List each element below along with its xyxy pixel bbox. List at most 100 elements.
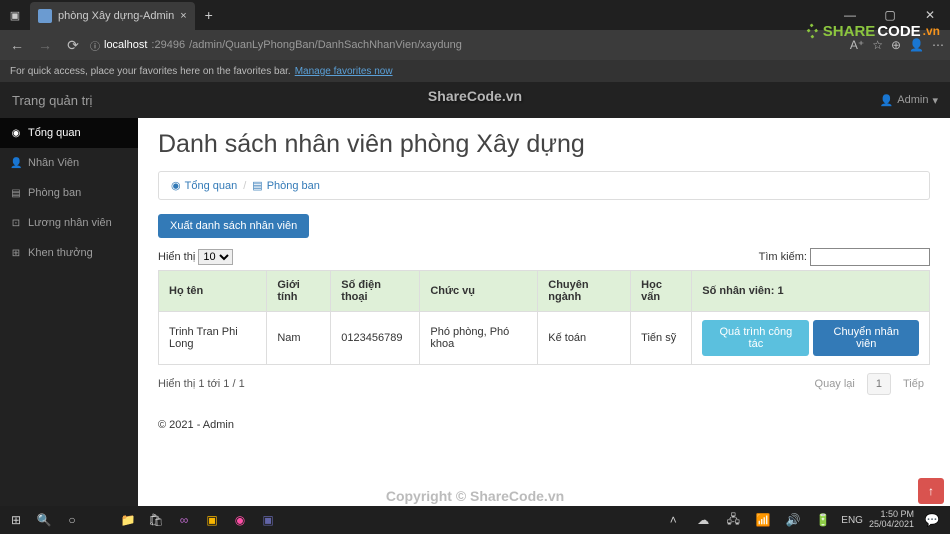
sharecode-logo: SHARECODE.vn xyxy=(803,22,940,40)
table-row: Trinh Tran Phi Long Nam 0123456789 Phó p… xyxy=(159,312,930,365)
manage-favorites-link[interactable]: Manage favorites now xyxy=(295,66,393,77)
main-content: Danh sách nhân viên phòng Xây dựng ◉Tổng… xyxy=(138,118,950,506)
collections-icon[interactable]: ⊕ xyxy=(891,38,901,52)
new-tab-button[interactable]: + xyxy=(195,7,223,23)
read-aloud-icon[interactable]: A⁺ xyxy=(850,38,864,52)
pagination: Quay lại 1 Tiếp xyxy=(809,373,930,395)
col-gender[interactable]: Giới tính xyxy=(267,271,331,312)
recycle-icon xyxy=(803,22,821,40)
length-select[interactable]: 10 xyxy=(198,249,233,265)
gift-icon: ⊞ xyxy=(10,248,22,259)
sidebar-item-rewards[interactable]: ⊞Khen thưởng xyxy=(0,238,138,268)
breadcrumb: ◉Tổng quan / ▤Phòng ban xyxy=(158,171,930,200)
page-title: Danh sách nhân viên phòng Xây dựng xyxy=(158,130,930,159)
favorites-hint: For quick access, place your favorites h… xyxy=(10,66,291,77)
back-button[interactable]: ← xyxy=(6,37,28,53)
store-icon[interactable]: 🛍 xyxy=(144,508,168,532)
url-port: :29496 xyxy=(151,39,185,51)
close-tab-icon[interactable]: × xyxy=(180,10,186,22)
app-icon[interactable]: ▣ xyxy=(200,508,224,532)
dashboard-icon: ◉ xyxy=(10,128,22,139)
user-menu[interactable]: 👤 Admin ▾ xyxy=(880,94,938,107)
user-icon: 👤 xyxy=(880,94,894,107)
cortana-icon[interactable]: ○ xyxy=(60,508,84,532)
refresh-button[interactable]: ⟳ xyxy=(62,37,84,54)
battery-icon[interactable]: 🔋 xyxy=(811,508,835,532)
browser-tab[interactable]: phòng Xây dựng-Admin × xyxy=(30,2,195,30)
export-button[interactable]: Xuất danh sách nhân viên xyxy=(158,214,309,238)
system-clock[interactable]: 1:50 PM 25/04/2021 xyxy=(869,510,914,530)
windows-taskbar: ⊞ 🔍 ○ 📁 🛍 ∞ ▣ ◉ ▣ ˄ ☁ 🖧 📶 🔊 🔋 ENG 1:50 P… xyxy=(0,506,950,534)
length-control: Hiển thị 10 xyxy=(158,249,233,265)
sidebar: ◉Tổng quan 👤Nhân Viên ▤Phòng ban ⊡Lương … xyxy=(0,118,138,506)
cell-phone: 0123456789 xyxy=(331,312,420,365)
forward-button[interactable]: → xyxy=(34,37,56,53)
work-history-button[interactable]: Quá trình công tác xyxy=(702,320,809,356)
sidebar-item-overview[interactable]: ◉Tổng quan xyxy=(0,118,138,148)
messenger-icon[interactable]: ◉ xyxy=(228,508,252,532)
list-icon: ▤ xyxy=(252,179,262,192)
scroll-top-button[interactable]: ↑ xyxy=(918,478,944,504)
cell-major: Kế toán xyxy=(538,312,631,365)
notifications-icon[interactable]: 💬 xyxy=(920,508,944,532)
cell-gender: Nam xyxy=(267,312,331,365)
sidebar-item-salary[interactable]: ⊡Lương nhân viên xyxy=(0,208,138,238)
breadcrumb-separator: / xyxy=(243,180,246,192)
sidebar-item-departments[interactable]: ▤Phòng ban xyxy=(0,178,138,208)
table-info: Hiển thị 1 tới 1 / 1 xyxy=(158,378,245,390)
col-major[interactable]: Chuyên ngành xyxy=(538,271,631,312)
col-name[interactable]: Họ tên xyxy=(159,271,267,312)
clock-date: 25/04/2021 xyxy=(869,520,914,530)
employee-table: Họ tên Giới tính Số điện thoại Chức vụ C… xyxy=(158,270,930,365)
teams-icon[interactable]: ▣ xyxy=(256,508,280,532)
col-position[interactable]: Chức vụ xyxy=(420,271,538,312)
breadcrumb-home[interactable]: ◉Tổng quan xyxy=(171,179,237,192)
tray-chevron-icon[interactable]: ˄ xyxy=(661,508,685,532)
prev-page[interactable]: Quay lại xyxy=(809,374,861,394)
edge-app-icon: ▣ xyxy=(0,9,30,22)
col-count: Số nhân viên: 1 xyxy=(692,271,930,312)
col-phone[interactable]: Số điện thoại xyxy=(331,271,420,312)
user-label: Admin xyxy=(897,94,928,106)
breadcrumb-current[interactable]: ▤Phòng ban xyxy=(252,179,320,192)
url-path: /admin/QuanLyPhongBan/DanhSachNhanVien/x… xyxy=(189,39,462,51)
edge-icon[interactable] xyxy=(88,508,112,532)
dashboard-icon: ◉ xyxy=(171,179,181,192)
app-brand[interactable]: Trang quản trị xyxy=(12,93,92,108)
url-field[interactable]: ⓘ localhost :29496/admin/QuanLyPhongBan/D… xyxy=(90,38,844,53)
search-input[interactable] xyxy=(810,248,930,266)
profile-icon[interactable]: 👤 xyxy=(909,38,924,52)
network-icon[interactable]: 🖧 xyxy=(721,508,745,532)
cell-position: Phó phòng, Phó khoa xyxy=(420,312,538,365)
footer-text: © 2021 - Admin xyxy=(158,419,930,431)
favorites-bar: For quick access, place your favorites h… xyxy=(0,60,950,82)
user-icon: 👤 xyxy=(10,158,22,169)
sidebar-item-employees[interactable]: 👤Nhân Viên xyxy=(0,148,138,178)
wifi-icon[interactable]: 📶 xyxy=(751,508,775,532)
favorites-icon[interactable]: ☆ xyxy=(872,38,883,52)
visualstudio-icon[interactable]: ∞ xyxy=(172,508,196,532)
start-button[interactable]: ⊞ xyxy=(4,508,28,532)
list-icon: ▤ xyxy=(10,188,22,199)
arrow-up-icon: ↑ xyxy=(928,484,934,498)
col-education[interactable]: Học vấn xyxy=(631,271,692,312)
volume-icon[interactable]: 🔊 xyxy=(781,508,805,532)
onedrive-icon[interactable]: ☁ xyxy=(691,508,715,532)
search-label: Tìm kiếm: xyxy=(759,251,807,263)
money-icon: ⊡ xyxy=(10,218,22,229)
info-icon: ⓘ xyxy=(90,38,100,53)
url-host: localhost xyxy=(104,39,147,51)
search-control: Tìm kiếm: xyxy=(759,248,930,266)
show-label: Hiển thị xyxy=(158,251,195,263)
transfer-button[interactable]: Chuyển nhân viên xyxy=(813,320,919,356)
cell-education: Tiến sỹ xyxy=(631,312,692,365)
explorer-icon[interactable]: 📁 xyxy=(116,508,140,532)
next-page[interactable]: Tiếp xyxy=(897,374,930,394)
page-number[interactable]: 1 xyxy=(867,373,891,395)
language-indicator[interactable]: ENG xyxy=(841,515,863,526)
caret-down-icon: ▾ xyxy=(932,94,938,107)
menu-icon[interactable]: ⋯ xyxy=(932,38,944,52)
page-favicon xyxy=(38,9,52,23)
app-topnav: Trang quản trị 👤 Admin ▾ xyxy=(0,82,950,118)
search-icon[interactable]: 🔍 xyxy=(32,508,56,532)
